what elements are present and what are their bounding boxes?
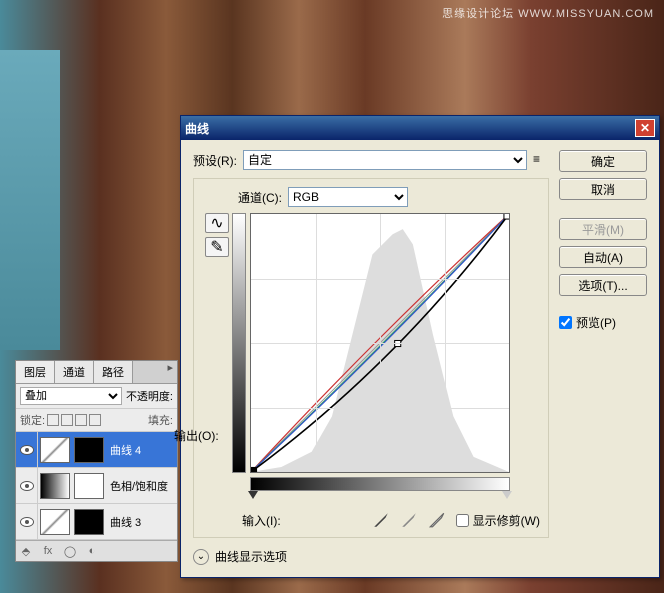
curves-dialog: 曲线 ✕ 预设(R): 自定 ≡ 通道(C): RGB — [180, 115, 660, 578]
lock-label: 锁定: — [20, 412, 45, 428]
lock-transparency-icon[interactable] — [47, 414, 59, 426]
layer-row[interactable]: 曲线 4 — [16, 432, 177, 468]
lock-position-icon[interactable] — [75, 414, 87, 426]
layers-panel: 图层 通道 路径 ▸ 叠加 不透明度: 锁定: 填充: 曲线 4 色相/饱和度 — [15, 360, 178, 562]
layer-mask-icon — [74, 437, 104, 463]
white-point-slider[interactable] — [502, 491, 512, 499]
tab-layers[interactable]: 图层 — [16, 361, 55, 383]
mask-icon[interactable]: ◯ — [63, 544, 77, 558]
ok-button[interactable]: 确定 — [559, 150, 647, 172]
cancel-button[interactable]: 取消 — [559, 178, 647, 200]
fx-icon[interactable]: fx — [41, 544, 55, 558]
curve-display-options-label: 曲线显示选项 — [215, 548, 287, 565]
curve-tool-button[interactable]: ∿ — [205, 213, 229, 233]
blend-mode-select[interactable]: 叠加 — [20, 387, 122, 405]
layer-row[interactable]: 色相/饱和度 — [16, 468, 177, 504]
dialog-title: 曲线 — [185, 120, 209, 137]
lock-paint-icon[interactable] — [61, 414, 73, 426]
output-gradient — [232, 213, 246, 473]
panel-menu-icon[interactable]: ▸ — [163, 361, 177, 383]
channel-label: 通道(C): — [238, 189, 282, 206]
watermark-text: 思缘设计论坛 WWW.MISSYUAN.COM — [442, 5, 654, 21]
preview-input[interactable] — [559, 316, 572, 329]
tab-channels[interactable]: 通道 — [55, 361, 94, 383]
layer-thumb-icon — [40, 509, 70, 535]
eyedropper-black-icon[interactable] — [372, 511, 390, 529]
tab-paths[interactable]: 路径 — [94, 361, 133, 383]
layer-mask-icon — [74, 509, 104, 535]
eye-icon — [20, 517, 34, 527]
link-icon[interactable]: ⬘ — [19, 544, 33, 558]
preview-label: 预览(P) — [576, 314, 616, 331]
output-label: 输出(O): — [174, 427, 219, 444]
layer-row[interactable]: 曲线 3 — [16, 504, 177, 540]
layer-name: 曲线 3 — [110, 514, 141, 530]
close-button[interactable]: ✕ — [635, 119, 655, 137]
smooth-button: 平滑(M) — [559, 218, 647, 240]
visibility-toggle[interactable] — [16, 468, 38, 503]
layer-name: 色相/饱和度 — [110, 478, 168, 494]
show-clipping-input[interactable] — [456, 514, 469, 527]
preview-checkbox[interactable]: 预览(P) — [559, 314, 647, 331]
layer-name: 曲线 4 — [110, 442, 141, 458]
eye-icon — [20, 445, 34, 455]
options-button[interactable]: 选项(T)... — [559, 274, 647, 296]
input-label: 输入(I): — [242, 512, 281, 529]
preset-label: 预设(R): — [193, 152, 237, 169]
visibility-toggle[interactable] — [16, 504, 38, 539]
curve-graph[interactable] — [250, 213, 510, 473]
eye-icon — [20, 481, 34, 491]
layer-mask-icon — [74, 473, 104, 499]
input-gradient — [250, 477, 510, 491]
fill-label: 填充: — [148, 412, 173, 428]
black-point-slider[interactable] — [248, 491, 258, 499]
preset-menu-icon[interactable]: ≡ — [533, 152, 549, 168]
eyedropper-gray-icon[interactable] — [400, 511, 418, 529]
auto-button[interactable]: 自动(A) — [559, 246, 647, 268]
expand-toggle-icon[interactable]: ⌄ — [193, 549, 209, 565]
visibility-toggle[interactable] — [16, 432, 38, 467]
channel-select[interactable]: RGB — [288, 187, 408, 207]
layer-list: 曲线 4 色相/饱和度 曲线 3 — [16, 432, 177, 540]
lock-all-icon[interactable] — [89, 414, 101, 426]
layer-thumb-icon — [40, 437, 70, 463]
pencil-tool-button[interactable]: ✎ — [205, 237, 229, 257]
adjustment-icon[interactable]: ◐ — [85, 544, 99, 558]
eyedropper-white-icon[interactable] — [428, 511, 446, 529]
show-clipping-label: 显示修剪(W) — [473, 512, 540, 529]
layer-thumb-icon — [40, 473, 70, 499]
preset-select[interactable]: 自定 — [243, 150, 527, 170]
opacity-label: 不透明度: — [126, 388, 173, 404]
show-clipping-checkbox[interactable]: 显示修剪(W) — [456, 512, 540, 529]
titlebar[interactable]: 曲线 ✕ — [181, 116, 659, 140]
